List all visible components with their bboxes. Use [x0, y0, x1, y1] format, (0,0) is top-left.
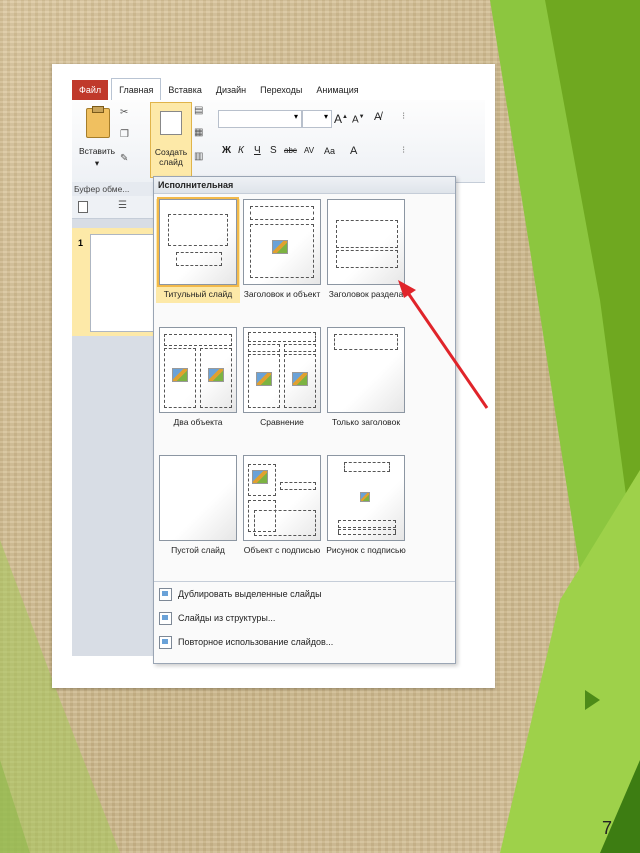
red-arrow-annotation	[398, 280, 489, 409]
page-number: 7	[601, 818, 612, 838]
